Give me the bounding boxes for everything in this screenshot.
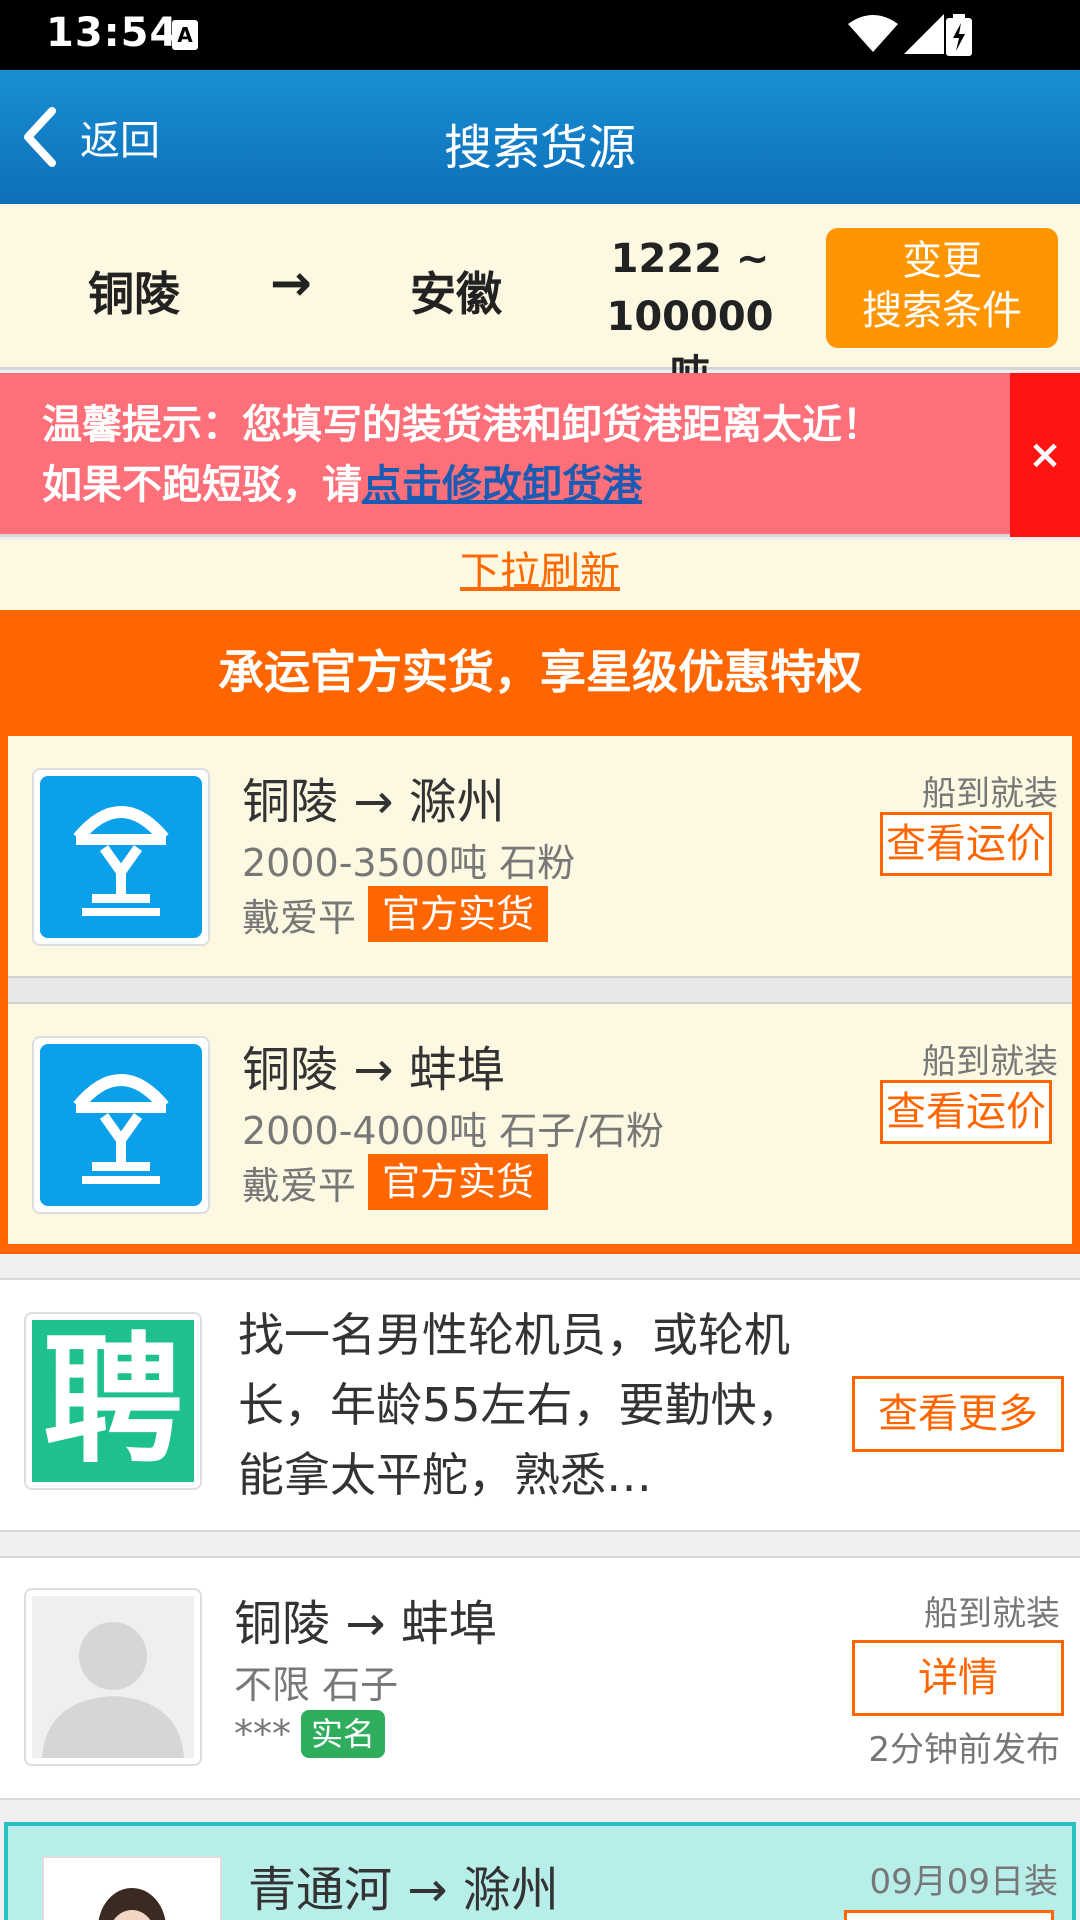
- cargo-owner: *** 实名: [234, 1710, 386, 1758]
- owner-name: 戴爱平: [242, 1163, 357, 1208]
- warning-text: 温馨提示：您填写的装货港和卸货港距离太近！ 如果不跑短驳，请点击修改卸货港: [42, 395, 982, 515]
- load-date: 09月09日装: [869, 1862, 1058, 1902]
- official-section: 承运官方实货，享星级优惠特权 铜陵 → 滁州 2000-3500吨 石粉 戴爱平…: [0, 610, 1080, 1254]
- view-freight-button[interactable]: 查看运价: [880, 1080, 1052, 1144]
- cargo-card[interactable]: 铜陵 → 蚌埠 不限 石子 *** 实名 船到就装 详情 2分钟前发布: [0, 1556, 1080, 1800]
- status-bar: 13:54 A: [0, 0, 1080, 70]
- card-divider: [8, 976, 1072, 1004]
- cargo-route: 铜陵 → 蚌埠: [234, 1596, 497, 1652]
- featured-cargo-card[interactable]: 青通河 → 滁州 09月09日装: [4, 1822, 1076, 1920]
- load-status: 船到就装: [924, 1594, 1060, 1634]
- warning-line-2: 如果不跑短驳，请点击修改卸货港: [42, 455, 982, 515]
- cargo-route: 青通河 → 滁州: [248, 1862, 559, 1918]
- default-avatar-icon: [32, 1596, 194, 1758]
- battery-icon: [946, 14, 972, 56]
- cargo-route: 铜陵 → 滁州: [242, 774, 505, 830]
- view-more-button[interactable]: 查看更多: [852, 1376, 1064, 1452]
- official-logo-icon: [40, 1044, 202, 1206]
- change-search-label-2: 搜索条件: [862, 288, 1022, 334]
- cargo-owner: 戴爱平 官方实货: [242, 886, 549, 942]
- pull-refresh-link[interactable]: 下拉刷新: [460, 549, 620, 595]
- change-search-button[interactable]: 变更 搜索条件: [826, 228, 1058, 348]
- app-header: 返回 搜索货源: [0, 70, 1080, 204]
- official-logo-icon: [40, 776, 202, 938]
- close-warning-button[interactable]: ×: [1010, 373, 1080, 537]
- view-freight-button[interactable]: [844, 1910, 1054, 1920]
- logo-frame: [32, 768, 210, 946]
- official-tag: 官方实货: [368, 1154, 549, 1210]
- warning-line-2-prefix: 如果不跑短驳，请: [42, 462, 362, 508]
- status-time: 13:54: [46, 10, 179, 56]
- change-search-label-1: 变更: [902, 238, 982, 284]
- post-time: 2分钟前发布: [868, 1730, 1060, 1770]
- avatar: [42, 1856, 222, 1920]
- wifi-icon: [848, 15, 898, 52]
- cargo-route: 铜陵 → 蚌埠: [242, 1042, 505, 1098]
- route-arrow: →: [270, 254, 312, 312]
- view-freight-button[interactable]: 查看运价: [880, 812, 1052, 876]
- owner-name: 戴爱平: [242, 895, 357, 940]
- destination-port: 安徽: [410, 267, 502, 321]
- avatar: [24, 1588, 202, 1766]
- verified-tag: 实名: [301, 1710, 386, 1758]
- page-title: 搜索货源: [443, 120, 636, 176]
- cargo-detail: 2000-3500吨 石粉: [242, 841, 576, 885]
- signal-icon: [904, 14, 944, 54]
- owner-name: ***: [234, 1712, 291, 1756]
- official-cargo-card[interactable]: 铜陵 → 蚌埠 2000-4000吨 石子/石粉 戴爱平 官方实货 船到就装 查…: [8, 1004, 1072, 1244]
- tonnage-range-min: 1222 ~: [610, 236, 770, 282]
- warning-line-1: 温馨提示：您填写的装货港和卸货港距离太近！: [42, 402, 882, 448]
- official-banner: 承运官方实货，享星级优惠特权: [218, 645, 862, 699]
- logo-frame: [32, 1036, 210, 1214]
- notification-icon: A: [172, 20, 198, 50]
- detail-button[interactable]: 详情: [852, 1640, 1064, 1716]
- load-status: 船到就装: [922, 1042, 1058, 1082]
- load-status: 船到就装: [922, 774, 1058, 814]
- official-cargo-card[interactable]: 铜陵 → 滁州 2000-3500吨 石粉 戴爱平 官方实货 船到就装 查看运价: [8, 736, 1072, 976]
- modify-unload-port-link[interactable]: 点击修改卸货港: [362, 462, 642, 508]
- job-card[interactable]: 聘 找一名男性轮机员，或轮机长，年龄55左右，要勤快，能拿太平舵，熟悉… 查看更…: [0, 1278, 1080, 1532]
- pull-refresh: 下拉刷新: [0, 540, 1080, 610]
- cargo-owner: 戴爱平 官方实货: [242, 1154, 549, 1210]
- cargo-detail: 不限 石子: [234, 1663, 399, 1707]
- logo-frame: 聘: [24, 1312, 202, 1490]
- warning-banner: 温馨提示：您填写的装货港和卸货港距离太近！ 如果不跑短驳，请点击修改卸货港 ×: [0, 373, 1080, 537]
- official-tag: 官方实货: [368, 886, 549, 942]
- search-summary: 铜陵 → 安徽 1222 ~ 100000吨 变更 搜索条件: [0, 204, 1080, 398]
- cargo-detail: 2000-4000吨 石子/石粉: [242, 1109, 665, 1153]
- origin-port: 铜陵: [88, 267, 180, 321]
- job-description: 找一名男性轮机员，或轮机长，年龄55左右，要勤快，能拿太平舵，熟悉…: [238, 1308, 803, 1502]
- recruit-logo-icon: 聘: [32, 1320, 194, 1483]
